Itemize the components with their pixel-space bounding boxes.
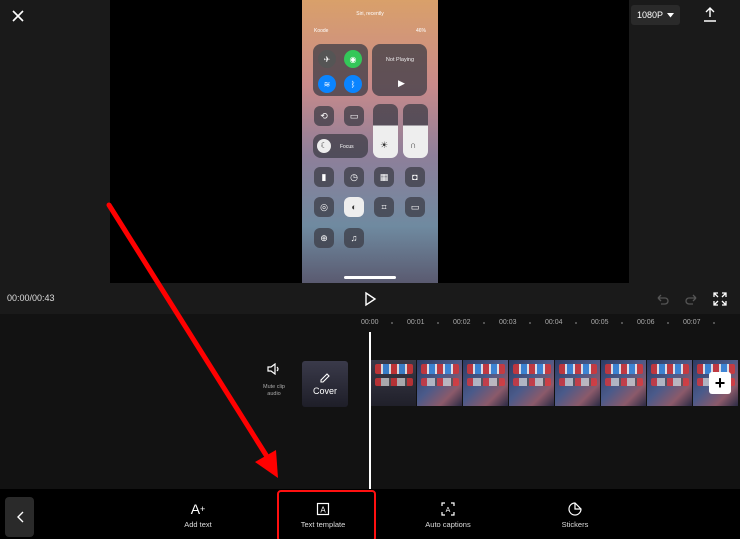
svg-text:A: A xyxy=(320,506,326,515)
siri-status: Siri, recently xyxy=(356,11,384,17)
auto-captions-button[interactable]: A Auto captions xyxy=(413,501,483,530)
clip-frame xyxy=(555,360,601,406)
clip-frame xyxy=(463,360,509,406)
dark-mode-icon: ◐ xyxy=(344,197,364,217)
carrier-label: Koode xyxy=(314,28,329,34)
moon-icon: ☾ xyxy=(317,139,331,153)
timeline[interactable]: 00:00 00:01 00:02 00:03 00:04 00:05 00:0… xyxy=(0,314,740,489)
plus-icon: + xyxy=(714,373,726,393)
clip-frame xyxy=(371,360,417,406)
airplane-icon: ✈ xyxy=(318,50,336,68)
tick-dot xyxy=(391,322,393,324)
battery-icon: ▭ xyxy=(405,197,425,217)
record-icon: ◎ xyxy=(314,197,334,217)
clip-frame xyxy=(509,360,555,406)
play-icon[interactable] xyxy=(362,291,378,307)
sun-icon: ☀ xyxy=(380,140,389,150)
add-text-label: Add text xyxy=(184,520,212,529)
clip-frame xyxy=(417,360,463,406)
svg-text:A: A xyxy=(446,507,451,514)
home-indicator xyxy=(344,276,396,279)
time-ruler: 00:00 00:01 00:02 00:03 00:04 00:05 00:0… xyxy=(0,314,740,332)
focus-label: Focus xyxy=(340,144,354,150)
camera-icon: ◘ xyxy=(405,167,425,187)
edit-icon xyxy=(320,373,330,383)
clip-frame xyxy=(647,360,693,406)
timer-icon: ◷ xyxy=(344,167,364,187)
cover-button[interactable]: Cover xyxy=(302,361,348,407)
mute-clip-audio-label: Mute clip audio xyxy=(262,384,285,397)
now-playing-label: Not Playing xyxy=(385,57,415,63)
timecode: 00:00/00:43 xyxy=(7,293,55,303)
phone-status-bar: Koode 46% xyxy=(314,28,426,34)
tick-label: 00:02 xyxy=(453,319,471,326)
magnifier-icon: ⊕ xyxy=(314,228,334,248)
rotation-lock-icon: ⟲ xyxy=(314,106,334,126)
close-icon xyxy=(12,10,24,22)
tick-label: 00:07 xyxy=(683,319,701,326)
playback-controls: 00:00/00:43 xyxy=(0,286,740,314)
tick-label: 00:06 xyxy=(637,319,655,326)
battery-label: 46% xyxy=(415,28,426,34)
auto-captions-icon: A xyxy=(413,501,483,517)
mute-clip-audio-button[interactable]: Mute clip audio xyxy=(258,362,290,398)
tick-dot xyxy=(575,322,577,324)
add-clip-button[interactable]: + xyxy=(709,372,731,394)
tick-label: 00:01 xyxy=(407,319,425,326)
speaker-icon xyxy=(267,362,279,376)
tick-dot xyxy=(713,322,715,324)
video-clip-strip[interactable] xyxy=(371,360,740,406)
redo-icon[interactable] xyxy=(685,292,699,306)
headphones-icon: ∩ xyxy=(410,140,417,150)
export-button[interactable] xyxy=(700,5,720,25)
cover-label: Cover xyxy=(312,386,337,396)
flashlight-icon: ▮ xyxy=(314,167,334,187)
tick-dot xyxy=(529,322,531,324)
tick-label: 00:04 xyxy=(545,319,563,326)
bluetooth-icon: ᛒ xyxy=(344,75,362,93)
resolution-dropdown[interactable]: 1080P xyxy=(631,5,681,25)
tick-dot xyxy=(437,322,439,324)
resolution-label: 1080P xyxy=(637,10,664,20)
chevron-left-icon xyxy=(16,511,23,523)
tick-label: 00:05 xyxy=(591,319,609,326)
qr-scan-icon: ⌗ xyxy=(374,197,394,217)
playhead[interactable] xyxy=(369,332,371,489)
calculator-icon: ▦ xyxy=(374,167,394,187)
chevron-down-icon xyxy=(667,12,675,17)
text-template-button[interactable]: A Text template xyxy=(288,501,358,530)
stickers-icon xyxy=(540,501,610,517)
text-template-label: Text template xyxy=(300,520,346,529)
tick-dot xyxy=(483,322,485,324)
text-template-icon: A xyxy=(288,501,358,517)
top-area: 1080P Siri, recently Koode 46% ✈ ◉ ≋ ᛒ N… xyxy=(0,0,740,286)
add-text-icon: A + xyxy=(190,501,206,517)
close-button[interactable] xyxy=(8,6,28,26)
add-text-button[interactable]: A + Add text xyxy=(163,501,233,530)
stickers-button[interactable]: Stickers xyxy=(540,501,610,530)
clip-frame xyxy=(601,360,647,406)
preview-frame: Siri, recently Koode 46% ✈ ◉ ≋ ᛒ Not Pla… xyxy=(302,0,438,283)
tick-label: 00:00 xyxy=(361,319,379,326)
cellular-icon: ◉ xyxy=(344,50,362,68)
sound-recognition-icon: ♫ xyxy=(344,228,364,248)
wifi-icon: ≋ xyxy=(318,75,336,93)
tick-dot xyxy=(667,322,669,324)
undo-icon[interactable] xyxy=(655,292,669,306)
back-button[interactable] xyxy=(5,497,34,537)
music-play-icon: ▶ xyxy=(398,78,405,88)
stickers-label: Stickers xyxy=(561,520,589,529)
tick-dot xyxy=(621,322,623,324)
fullscreen-icon[interactable] xyxy=(713,292,727,306)
tick-label: 00:03 xyxy=(499,319,517,326)
bottom-toolbar: A + Add text A Text template A Auto capti… xyxy=(0,489,740,539)
export-icon xyxy=(704,7,716,22)
screen-mirror-icon: ▭ xyxy=(344,106,364,126)
auto-captions-label: Auto captions xyxy=(425,520,471,529)
